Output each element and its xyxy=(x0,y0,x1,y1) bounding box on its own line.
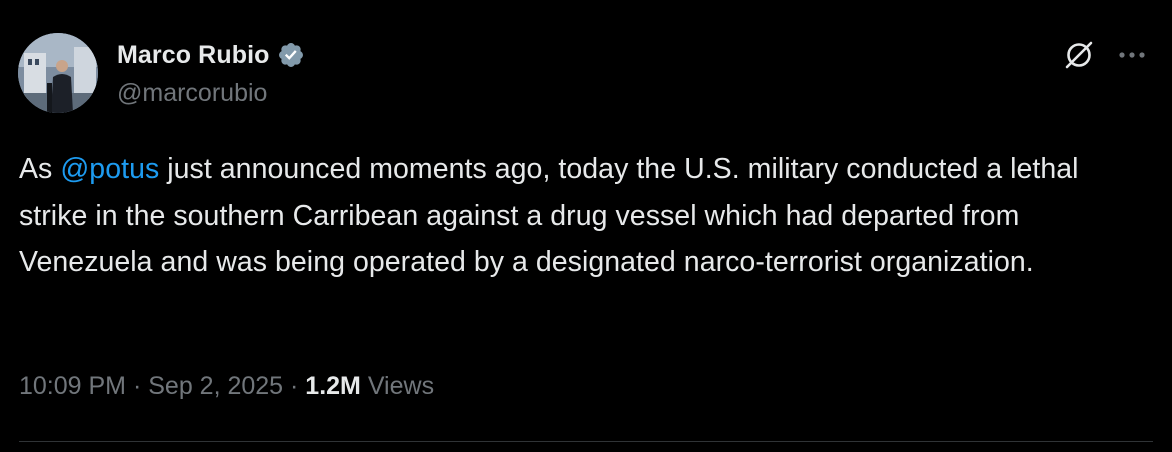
avatar-photo xyxy=(18,33,98,113)
meta-separator: · xyxy=(126,372,149,400)
author-handle[interactable]: @marcorubio xyxy=(117,79,267,108)
tweet-metadata: 10:09 PM · Sep 2, 2025 · 1.2M Views xyxy=(19,372,434,401)
more-dots-icon[interactable] xyxy=(1114,41,1150,69)
meta-separator: · xyxy=(283,372,306,400)
grok-icon[interactable] xyxy=(1062,38,1096,72)
tweet-time[interactable]: 10:09 PM xyxy=(19,372,126,400)
tweet-card: Marco Rubio @marcorubio As @potus just a… xyxy=(0,0,1172,452)
tweet-text-prefix: As xyxy=(19,153,61,185)
verified-badge-icon[interactable] xyxy=(277,41,305,69)
mention-link[interactable]: @potus xyxy=(60,153,159,185)
author-display-name[interactable]: Marco Rubio xyxy=(117,41,270,70)
divider xyxy=(19,441,1153,442)
avatar[interactable] xyxy=(18,33,98,113)
timestamp-link[interactable]: 10:09 PM · Sep 2, 2025 xyxy=(19,372,283,400)
views-count: 1.2M xyxy=(305,372,361,400)
tweet-text-body: just announced moments ago, today the U.… xyxy=(19,153,1079,278)
author-name-row[interactable]: Marco Rubio xyxy=(117,38,305,72)
tweet-text: As @potus just announced moments ago, to… xyxy=(19,146,1139,286)
tweet-date[interactable]: Sep 2, 2025 xyxy=(148,372,283,400)
views-label: Views xyxy=(360,372,435,400)
